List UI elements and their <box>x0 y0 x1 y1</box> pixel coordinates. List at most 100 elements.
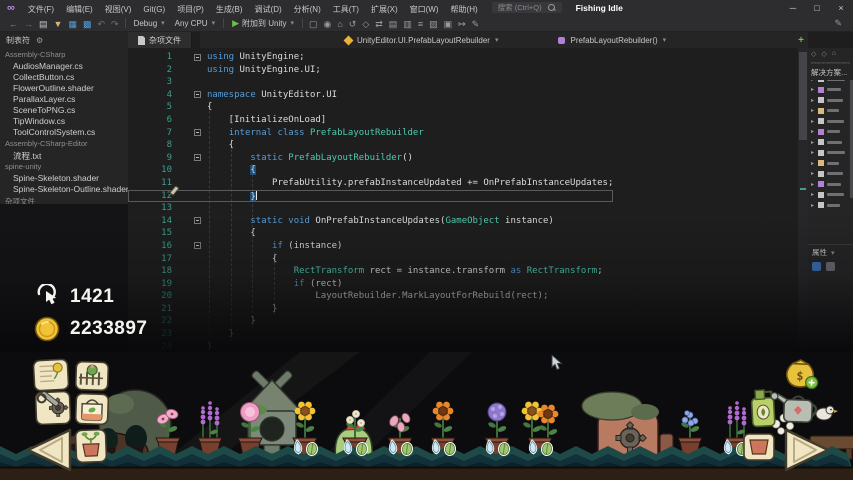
expand-icon[interactable]: ▸ <box>811 160 818 167</box>
debug-toolbar-icon-2[interactable]: ⌂ <box>334 19 345 29</box>
debug-toolbar-icon-4[interactable]: ◇ <box>359 19 372 29</box>
fold-margin[interactable] <box>172 215 207 228</box>
menu-item-4[interactable]: 项目(P) <box>171 5 210 14</box>
debug-toolbar-icon-3[interactable]: ↺ <box>346 19 360 29</box>
menu-item-7[interactable]: 分析(N) <box>288 5 327 14</box>
expand-icon[interactable]: ▸ <box>811 118 818 125</box>
code-line-12[interactable]: 12 } <box>128 190 613 203</box>
code-line-8[interactable]: 8 { <box>128 139 613 152</box>
fold-margin[interactable] <box>172 127 207 140</box>
code-line-1[interactable]: 1using UnityEngine; <box>128 51 613 64</box>
new-file-icon[interactable]: ▤ <box>36 19 51 29</box>
garden-button[interactable] <box>76 361 109 390</box>
expand-icon[interactable]: ▸ <box>811 107 818 114</box>
debug-toolbar-icon-10[interactable]: ▣ <box>441 19 456 29</box>
code-line-14[interactable]: 14 static void OnPrefabInstanceUpdates(G… <box>128 215 613 228</box>
editor-scrollbar[interactable] <box>798 48 808 352</box>
debug-toolbar-icon-9[interactable]: ▧ <box>426 19 441 29</box>
solution-tree-row-10[interactable]: ▸ <box>808 179 853 190</box>
solution-toolbar-icon-0[interactable]: ◇ <box>811 50 816 58</box>
fold-box-icon[interactable] <box>194 242 201 249</box>
feedback-icon[interactable]: ✎ <box>831 15 845 31</box>
menu-item-1[interactable]: 编辑(E) <box>60 5 99 14</box>
debug-toolbar-icon-11[interactable]: ↦ <box>455 19 469 29</box>
solution-tree-row-11[interactable]: ▸ <box>808 190 853 201</box>
fold-margin[interactable] <box>172 51 207 64</box>
open-folder-icon[interactable]: ▼ <box>51 19 66 29</box>
expand-icon[interactable]: ▸ <box>811 181 818 188</box>
code-line-10[interactable]: 10 { <box>128 164 613 177</box>
fold-box-icon[interactable] <box>194 217 201 224</box>
menu-item-5[interactable]: 生成(B) <box>210 5 249 14</box>
expand-icon[interactable]: ▸ <box>811 170 818 177</box>
expand-icon[interactable]: ▸ <box>811 202 818 209</box>
expand-icon[interactable]: ▸ <box>811 139 818 146</box>
redo-icon[interactable]: ↷ <box>108 19 122 29</box>
attach-unity-button[interactable]: ▶ 附加到 Unity▾ <box>227 18 299 29</box>
maximize-button[interactable]: □ <box>805 3 829 13</box>
solution-tree-row-4[interactable]: ▸ <box>808 116 853 127</box>
solution-toolbar-icon-1[interactable]: ◇ <box>821 50 826 58</box>
menu-item-3[interactable]: Git(G) <box>137 5 171 14</box>
code-line-16[interactable]: 16 if (instance) <box>128 240 613 253</box>
sidebar-file-item[interactable]: CollectButton.cs <box>0 71 128 82</box>
solution-tree-row-9[interactable]: ▸ <box>808 169 853 180</box>
solution-tree-row-3[interactable]: ▸ <box>808 106 853 117</box>
expand-icon[interactable]: ▸ <box>811 86 818 93</box>
code-line-18[interactable]: 18 RectTransform rect = instance.transfo… <box>128 265 613 278</box>
solution-tree-row-7[interactable]: ▸ <box>808 148 853 159</box>
fold-margin[interactable] <box>172 240 207 253</box>
tab-misc-files[interactable]: 杂项文件 <box>128 32 192 48</box>
member-dropdown[interactable]: PrefabLayoutRebuilder()▾ <box>558 36 666 45</box>
sidebar-file-item[interactable]: TipWindow.cs <box>0 115 128 126</box>
code-line-7[interactable]: 7 internal class PrefabLayoutRebuilder <box>128 127 613 140</box>
code-line-19[interactable]: 19 if (rect) <box>128 278 613 291</box>
properties-icon[interactable] <box>812 262 821 271</box>
code-line-23[interactable]: 23 } <box>128 328 613 341</box>
solution-tree-row-8[interactable]: ▸ <box>808 158 853 169</box>
properties-header[interactable]: 属性▾ <box>808 244 853 258</box>
undo-icon[interactable]: ↶ <box>94 19 108 29</box>
code-line-9[interactable]: 9 static PrefabLayoutRebuilder() <box>128 152 613 165</box>
code-line-21[interactable]: 21 } <box>128 303 613 316</box>
debug-toolbar-icon-7[interactable]: ▥ <box>400 19 415 29</box>
code-line-17[interactable]: 17 { <box>128 253 613 266</box>
plant-pot-button[interactable] <box>75 429 106 462</box>
sidebar-file-item[interactable]: FlowerOutline.shader <box>0 82 128 93</box>
fold-box-icon[interactable] <box>194 91 201 98</box>
sidebar-file-item[interactable]: Spine-Skeleton.shader <box>0 172 128 183</box>
save-all-icon[interactable]: ▩ <box>80 19 95 29</box>
platform-dropdown[interactable]: Any CPU▾ <box>170 19 220 28</box>
code-line-15[interactable]: 15 { <box>128 227 613 240</box>
menu-item-2[interactable]: 视图(V) <box>99 5 138 14</box>
code-line-20[interactable]: 20 LayoutRebuilder.MarkLayoutForRebuild(… <box>128 290 613 303</box>
add-button[interactable]: + <box>798 35 804 46</box>
expand-icon[interactable]: ▸ <box>811 97 818 104</box>
debug-toolbar-icon-8[interactable]: ≡ <box>415 19 426 29</box>
tools-button[interactable] <box>35 390 70 425</box>
menu-item-10[interactable]: 窗口(W) <box>404 5 445 14</box>
menu-item-8[interactable]: 工具(T) <box>327 5 365 14</box>
sidebar-file-item[interactable]: AudiosManager.cs <box>0 60 128 71</box>
type-dropdown[interactable]: UnityEditor.UI.PrefabLayoutRebuilder▾ <box>345 36 498 45</box>
scrollbar-thumb[interactable] <box>799 52 807 140</box>
sidebar-file-item[interactable]: Spine-Skeleton-Outline.shader <box>0 183 128 194</box>
solution-toolbar-icon-2[interactable]: ⌂ <box>832 50 836 58</box>
search-input[interactable]: 搜索 (Ctrl+Q) <box>492 2 562 13</box>
sidebar-file-item[interactable]: ToolControlSystem.cs <box>0 126 128 137</box>
sidebar-file-item[interactable]: SceneToPNG.cs <box>0 104 128 115</box>
code-editor[interactable]: 1using UnityEngine;2using UnityEngine.UI… <box>128 48 798 352</box>
solution-tree-row-5[interactable]: ▸ <box>808 127 853 138</box>
code-line-22[interactable]: 22 } <box>128 315 613 328</box>
sidebar-file-item[interactable]: 流程.txt <box>0 149 128 160</box>
config-dropdown[interactable]: Debug▾ <box>129 19 170 28</box>
save-icon[interactable]: ▦ <box>65 19 80 29</box>
fold-box-icon[interactable] <box>194 154 201 161</box>
code-line-4[interactable]: 4namespace UnityEditor.UI <box>128 89 613 102</box>
solution-tree-row-2[interactable]: ▸ <box>808 95 853 106</box>
menu-item-11[interactable]: 帮助(H) <box>445 5 484 14</box>
debug-toolbar-icon-1[interactable]: ◉ <box>320 19 334 29</box>
sidebar-file-item[interactable]: ParallaxLayer.cs <box>0 93 128 104</box>
minimize-button[interactable]: ─ <box>781 3 805 13</box>
expand-icon[interactable]: ▸ <box>811 191 818 198</box>
